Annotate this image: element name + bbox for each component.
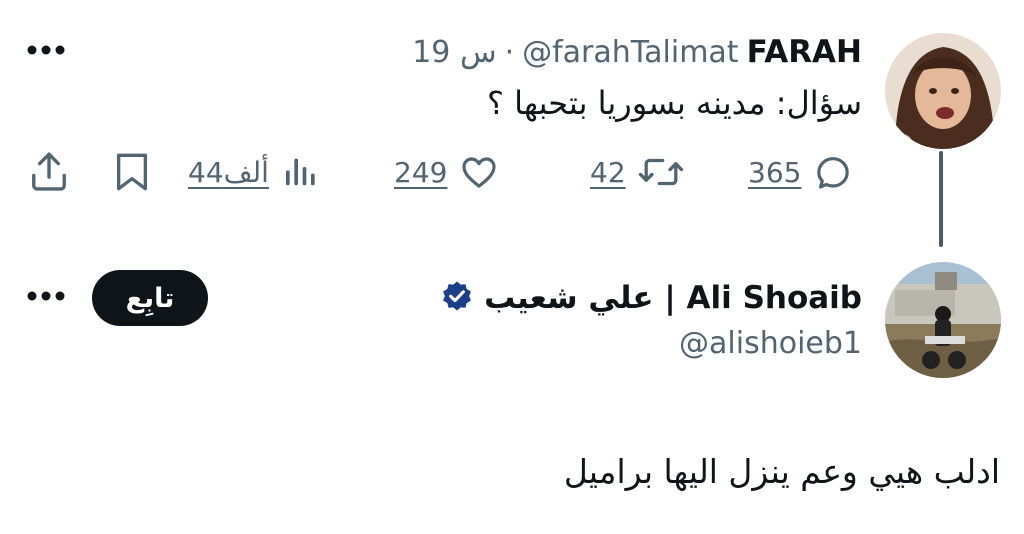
retweet-icon [638, 152, 684, 192]
views-button[interactable]: 44ألف [188, 150, 321, 194]
reply-button[interactable]: 365 [748, 150, 853, 194]
author-handle[interactable]: @farahTalimat [522, 35, 738, 70]
thread-connector-line [939, 151, 943, 247]
like-button[interactable]: 249 [394, 150, 499, 194]
avatar-farah[interactable] [885, 33, 1001, 149]
reply-author-header: علي شعيب | Ali Shoaib [440, 276, 862, 320]
share-icon[interactable] [28, 150, 70, 198]
follow-button[interactable]: تابِع [92, 270, 208, 326]
follow-button-label: تابِع [125, 282, 175, 314]
retweet-count: 42 [590, 155, 626, 189]
views-chart-icon [281, 152, 321, 192]
author-name[interactable]: FARAH [747, 34, 862, 70]
separator-dot: · [504, 34, 515, 70]
reply-author-handle[interactable]: @alishoieb1 [679, 326, 862, 361]
reply-text: ادلب هيي وعم ينزل اليها براميل [563, 452, 1000, 491]
tweet-time[interactable]: 19 س [412, 35, 496, 70]
more-options-icon[interactable] [26, 44, 66, 56]
views-count: 44ألف [188, 155, 269, 189]
avatar-ali-shoaib[interactable] [885, 262, 1001, 378]
reply-count: 365 [748, 155, 802, 189]
reply-author-name[interactable]: علي شعيب | Ali Shoaib [484, 280, 862, 316]
heart-icon [459, 152, 499, 192]
more-options-icon-reply[interactable] [26, 290, 66, 302]
bookmark-icon[interactable] [112, 150, 152, 198]
tweet-header: 19 س · @farahTalimat FARAH [412, 32, 862, 72]
retweet-button[interactable]: 42 [590, 150, 684, 194]
like-count: 249 [394, 155, 448, 189]
reply-icon [813, 152, 853, 192]
tweet-text: سؤال: مدينه بسوريا بتحبها ؟ [486, 84, 862, 122]
verified-badge-icon[interactable] [440, 279, 474, 317]
